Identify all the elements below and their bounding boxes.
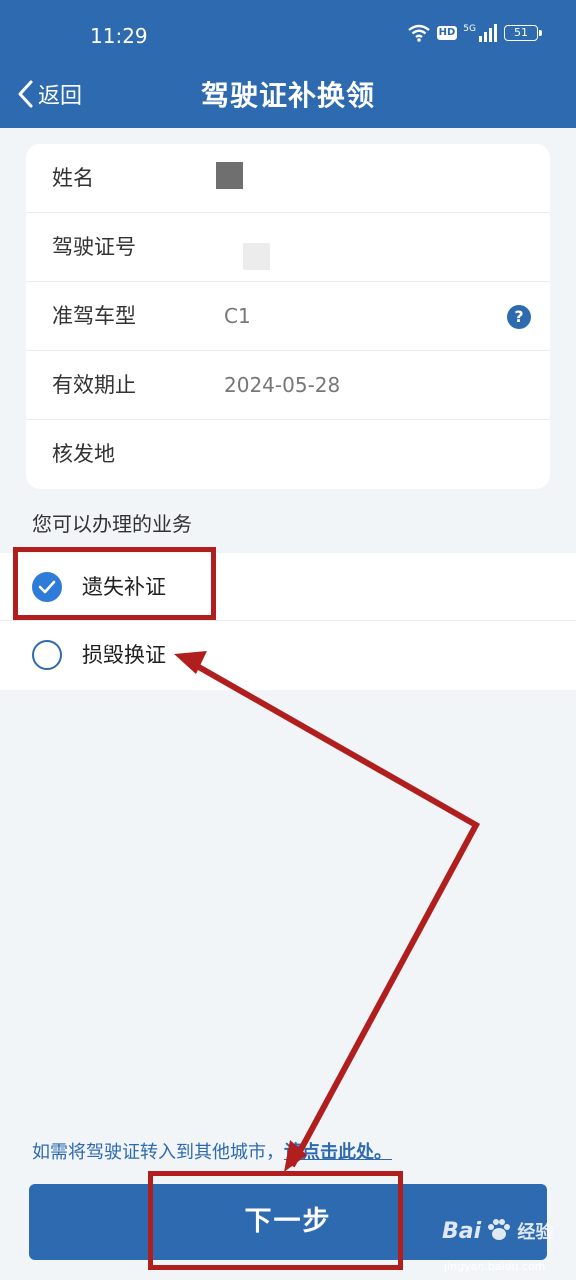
info-label: 准驾车型 <box>52 304 136 328</box>
signal-icon <box>479 24 497 42</box>
help-icon[interactable]: ? <box>507 305 531 329</box>
info-label: 驾驶证号 <box>52 235 136 259</box>
info-value: 2024-05-28 <box>224 373 341 397</box>
info-row-expiry: 有效期止 2024-05-28 <box>26 351 550 420</box>
screen: 11:29 HD 5G 51 返回 驾驶证补换领 姓名 驾驶证号 准驾车型 C1… <box>0 0 576 1280</box>
option-label: 遗失补证 <box>82 575 166 599</box>
wifi-icon <box>407 24 430 42</box>
network-type-label: 5G <box>463 24 476 34</box>
status-time: 11:29 <box>90 24 148 48</box>
option-lost-replacement[interactable]: 遗失补证 <box>0 553 576 621</box>
services-title: 您可以办理的业务 <box>32 512 192 536</box>
annotation-arrow-line <box>188 659 481 1168</box>
info-value: C1 <box>224 304 251 328</box>
watermark-url: jingyan.baidu.com <box>444 1260 546 1273</box>
transfer-notice: 如需将驾驶证转入到其他城市，请点击此处。 <box>32 1138 392 1164</box>
option-damaged-replacement[interactable]: 损毁换证 <box>0 621 576 689</box>
page-title: 驾驶证补换领 <box>200 79 375 112</box>
check-icon <box>38 580 56 594</box>
info-row-name: 姓名 <box>26 144 550 213</box>
info-row-vehicle-class: 准驾车型 C1 ? <box>26 282 550 351</box>
battery-icon: 51 <box>504 25 542 41</box>
next-step-button[interactable]: 下一步 <box>29 1184 547 1260</box>
redacted-block <box>243 243 270 270</box>
transfer-link[interactable]: 请点击此处。 <box>284 1142 392 1163</box>
radio-unchecked[interactable] <box>32 640 62 670</box>
app-header: 11:29 HD 5G 51 返回 驾驶证补换领 <box>0 0 576 128</box>
status-icons: HD 5G 51 <box>407 24 542 42</box>
info-label: 姓名 <box>52 166 94 190</box>
redacted-block <box>216 162 243 189</box>
info-label: 有效期止 <box>52 373 136 397</box>
option-label: 损毁换证 <box>82 643 166 667</box>
info-label: 核发地 <box>52 442 115 466</box>
info-row-license-number: 驾驶证号 <box>26 213 550 282</box>
transfer-text: 如需将驾驶证转入到其他城市， <box>32 1142 284 1163</box>
info-row-issuing-place: 核发地 <box>26 420 550 489</box>
service-options: 遗失补证 损毁换证 <box>0 553 576 690</box>
radio-checked[interactable] <box>32 572 62 602</box>
hd-badge: HD <box>436 26 458 40</box>
status-bar: 11:29 HD 5G 51 <box>0 0 576 70</box>
license-info-card: 姓名 驾驶证号 准驾车型 C1 ? 有效期止 2024-05-28 核发地 <box>26 144 550 489</box>
